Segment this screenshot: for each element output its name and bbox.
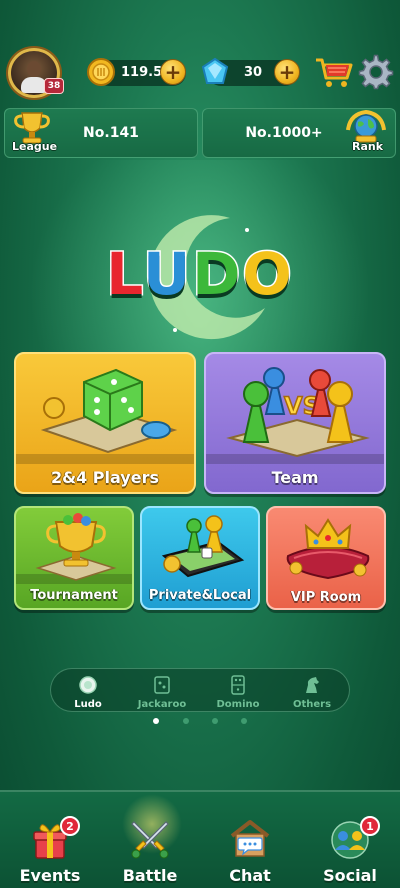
chat-house-icon — [230, 820, 270, 857]
nav-label: Battle — [122, 866, 178, 885]
crown-cushion-icon — [286, 518, 370, 580]
domino-tile-icon — [231, 675, 245, 695]
tab-label: Domino — [216, 699, 260, 710]
page-indicator — [0, 718, 400, 728]
nav-label: Chat — [229, 866, 271, 885]
blue-gem-icon — [201, 57, 229, 84]
tab-jackaroo[interactable]: Jackaroo — [127, 671, 197, 711]
ludo-chip-icon — [79, 676, 97, 694]
settings-gear-icon[interactable] — [358, 54, 394, 90]
mode-card-private-local[interactable]: Private&Local — [140, 506, 260, 610]
card-deck-icon — [154, 676, 170, 694]
nav-chat[interactable]: Chat — [210, 818, 290, 888]
rank-label: Rank — [352, 140, 384, 153]
tab-domino[interactable]: Domino — [203, 671, 273, 711]
nav-label: Events — [19, 866, 81, 885]
nav-battle[interactable]: Battle — [110, 818, 190, 888]
avatar-face — [27, 61, 41, 77]
mode-card-vip-room[interactable]: VIP Room — [266, 506, 386, 610]
tab-others[interactable]: Others — [277, 671, 347, 711]
events-badge: 2 — [60, 816, 80, 836]
mode-label: VIP Room — [290, 590, 362, 605]
level-badge: 38 — [44, 78, 64, 94]
ludo-logo: LUDO — [0, 239, 400, 310]
league-label: League — [12, 140, 58, 153]
page-dot[interactable] — [183, 718, 189, 724]
mode-card-tournament[interactable]: Tournament — [14, 506, 134, 610]
page-dot[interactable] — [212, 718, 218, 724]
page-dot[interactable] — [241, 718, 247, 724]
trophy-cup-icon — [35, 513, 117, 581]
nav-events[interactable]: 2 Events — [10, 816, 90, 888]
tab-label: Jackaroo — [137, 699, 187, 710]
game-category-tabs: Ludo Jackaroo Domino Others — [50, 668, 350, 712]
dice-icon — [40, 368, 178, 454]
gem-amount: 30 — [244, 65, 263, 80]
crossed-swords-icon — [131, 821, 169, 859]
mode-label: 2&4 Players — [51, 468, 159, 487]
mode-label: Tournament — [30, 588, 118, 603]
add-coins-button[interactable]: + — [160, 59, 186, 85]
mode-card-2-4-players[interactable]: 2&4 Players — [14, 352, 196, 494]
tab-label: Ludo — [74, 699, 102, 710]
logo-letter-d: D — [191, 239, 243, 310]
versus-pawns-icon: VS — [226, 367, 370, 458]
horse-icon — [306, 677, 319, 693]
mode-label: Team — [271, 468, 319, 487]
tab-ludo[interactable]: Ludo — [53, 671, 123, 711]
logo-letter-o: O — [241, 239, 294, 310]
logo-letter-l: L — [105, 239, 144, 310]
top-bar: 38 119.5K + 30 + — [0, 0, 400, 100]
add-gems-button[interactable]: + — [274, 59, 300, 85]
phone-pawns-icon — [161, 515, 245, 578]
mode-card-team[interactable]: VS Team — [204, 352, 386, 494]
logo-letter-u: U — [142, 239, 193, 310]
nav-social[interactable]: 1 Social — [310, 816, 390, 888]
page-dot-active[interactable] — [153, 718, 159, 724]
gold-coin-icon — [87, 58, 115, 86]
gem-counter: 30 + — [201, 57, 300, 86]
mode-label: Private&Local — [148, 588, 252, 603]
social-badge: 1 — [360, 816, 380, 836]
coin-counter: 119.5K + — [87, 58, 186, 86]
nav-label: Social — [323, 866, 377, 885]
shop-cart-icon[interactable] — [314, 56, 354, 90]
tab-label: Others — [292, 699, 332, 710]
